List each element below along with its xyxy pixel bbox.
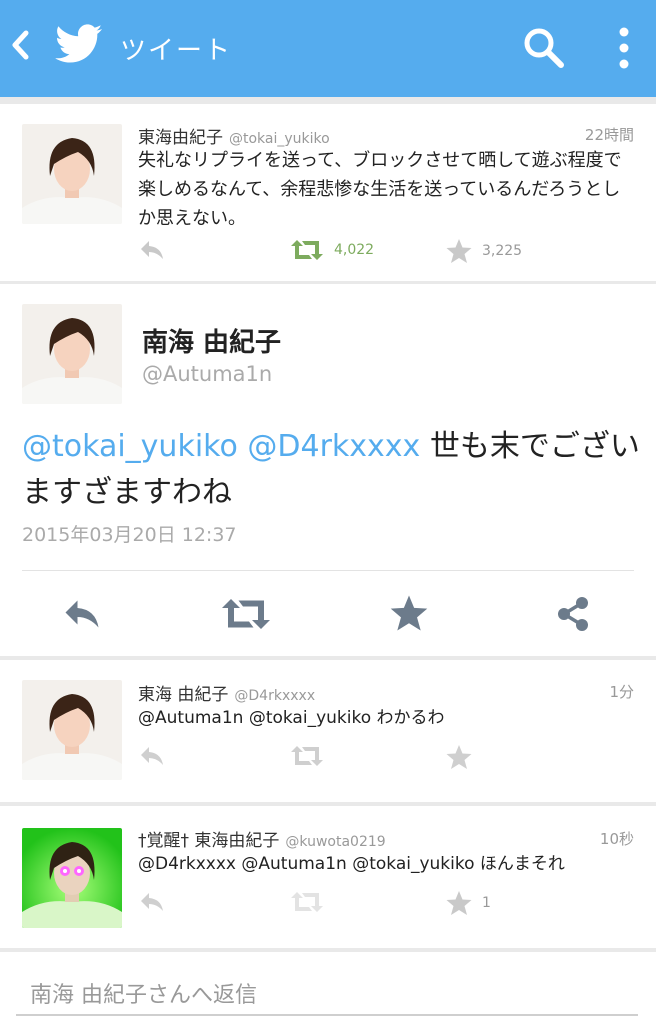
tweet-item[interactable]: 東海由紀子 @tokai_yukiko 22時間 失礼なリプライを送って、ブロック…	[0, 104, 656, 281]
back-arrow-icon[interactable]	[10, 30, 32, 69]
favorite-button[interactable]	[390, 594, 428, 636]
reply-icon	[60, 600, 104, 636]
tweet-text: @tokai_yukiko @D4rkxxxx 世も末でございますざますわね	[22, 424, 642, 516]
tweet-item[interactable]: †覚醒† 東海由紀子 @kuwota0219 10秒 @D4rkxxxx @Aut…	[0, 806, 656, 948]
more-vert-icon[interactable]	[606, 22, 642, 74]
author-line: 東海由紀子 @tokai_yukiko	[138, 123, 330, 148]
author-handle[interactable]: @kuwota0219	[285, 834, 385, 850]
retweet-count: 4,022	[334, 242, 375, 258]
reply-icon	[138, 744, 166, 768]
author-handle[interactable]: @Autuma1n	[142, 362, 272, 386]
avatar[interactable]	[22, 304, 122, 404]
star-icon	[446, 238, 472, 264]
author-line: †覚醒† 東海由紀子 @kuwota0219	[138, 826, 386, 851]
app-bar: ツイート	[0, 0, 656, 97]
tweet-text-body: わかるわ	[371, 708, 445, 728]
author-handle[interactable]: @D4rkxxxx	[234, 688, 315, 704]
author-name[interactable]: †覚醒† 東海由紀子	[138, 831, 279, 851]
mention-links[interactable]: @Autuma1n @tokai_yukiko	[138, 708, 371, 728]
favorite-button[interactable]: 3,225	[446, 238, 522, 264]
retweet-icon	[220, 599, 272, 636]
avatar[interactable]	[22, 680, 122, 780]
retweet-icon	[290, 890, 324, 914]
author-line: 東海 由紀子 @D4rkxxxx	[138, 680, 315, 705]
reply-button[interactable]	[138, 238, 166, 262]
retweet-button[interactable]	[220, 596, 272, 636]
tweet-text: 失礼なリプライを送って、ブロックさせて晒して遊ぶ程度で楽しめるなんて、余程悲惨な…	[138, 150, 622, 229]
reply-input[interactable]: 南海 由紀子さんへ返信	[16, 968, 638, 1016]
reply-icon	[138, 238, 166, 262]
tweet-text: @Autuma1n @tokai_yukiko わかるわ	[138, 704, 638, 733]
favorite-count: 3,225	[482, 243, 523, 259]
author-name[interactable]: 東海 由紀子	[138, 685, 228, 705]
retweet-button[interactable]	[290, 890, 324, 914]
author-name[interactable]: 南海 由紀子	[142, 322, 281, 359]
reply-button[interactable]	[60, 596, 104, 636]
favorite-button[interactable]: 1	[446, 890, 491, 916]
mention-link[interactable]: @tokai_yukiko	[22, 429, 238, 464]
star-icon	[390, 595, 428, 636]
divider	[22, 570, 634, 571]
tweet-time: 22時間	[584, 126, 634, 144]
mention-links[interactable]: @D4rkxxxx @Autuma1n @tokai_yukiko	[138, 854, 475, 874]
reply-icon	[138, 890, 166, 914]
tweet-item[interactable]: 東海 由紀子 @D4rkxxxx 1分 @Autuma1n @tokai_yuki…	[0, 660, 656, 802]
reply-button[interactable]	[138, 890, 166, 914]
tweet-actions: 4,022 3,225	[138, 238, 638, 266]
tweet-text-body: ほんまそれ	[474, 854, 565, 874]
tweet-text: @D4rkxxxx @Autuma1n @tokai_yukiko ほんまそれ	[138, 850, 638, 879]
reply-button[interactable]	[138, 744, 166, 768]
tweet-actions	[138, 744, 638, 772]
favorite-count: 1	[482, 895, 491, 911]
twitter-bird-icon	[55, 24, 103, 68]
avatar[interactable]	[22, 828, 122, 928]
screen-title: ツイート	[120, 36, 233, 66]
retweet-icon	[290, 744, 324, 768]
author-name[interactable]: 東海由紀子	[138, 128, 223, 148]
retweet-icon	[290, 238, 324, 262]
author-handle[interactable]: @tokai_yukiko	[229, 131, 330, 147]
tweet-detail-screen: ツイート 東海由紀子 @tokai_yukiko 22時間 失礼なリプライを送って…	[0, 0, 656, 1024]
tweet-time: 10秒	[599, 830, 634, 848]
tweet-actions: 1	[138, 890, 638, 918]
favorite-button[interactable]	[446, 744, 472, 770]
reply-placeholder: 南海 由紀子さんへ返信	[30, 983, 257, 1008]
share-button[interactable]	[554, 594, 592, 638]
tweet-timestamp: 2015年03月20日 12:37	[22, 524, 237, 546]
retweet-button[interactable]: 4,022	[290, 238, 374, 262]
star-icon	[446, 744, 472, 770]
mention-link[interactable]: @D4rkxxxx	[247, 429, 420, 464]
avatar[interactable]	[22, 124, 122, 224]
star-icon	[446, 890, 472, 916]
detail-action-bar	[0, 590, 656, 642]
retweet-button[interactable]	[290, 744, 324, 768]
share-icon	[554, 597, 592, 638]
tweet-time: 1分	[609, 683, 634, 701]
search-icon[interactable]	[522, 26, 566, 70]
